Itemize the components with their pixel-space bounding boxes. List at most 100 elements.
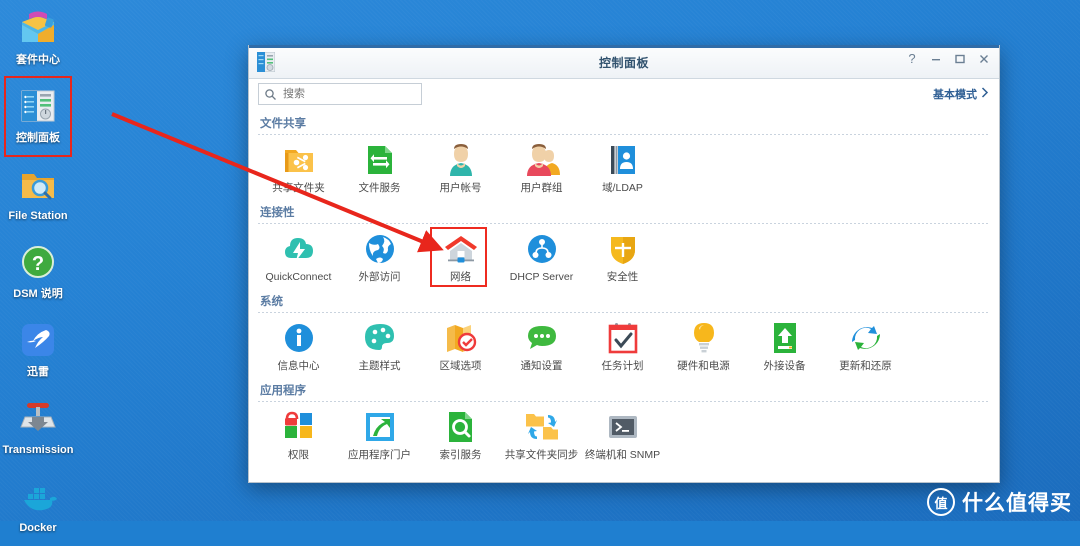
control-panel-icon <box>16 84 60 128</box>
security-shield-icon <box>605 231 641 267</box>
section-items: 共享文件夹 文件服务 用户帐号 用户群组 域/LDAP <box>258 138 990 200</box>
cp-item-label: 外接设备 <box>763 360 806 372</box>
cp-item-label: DHCP Server <box>509 271 574 283</box>
desktop-icon-list: 套件中心 控制面板 File Station ? DSM 说明 迅雷 Trans… <box>0 0 76 546</box>
section-title: 应用程序 <box>260 385 306 397</box>
desktop-icon-label: File Station <box>8 210 68 222</box>
cp-item-label: 权限 <box>288 449 309 461</box>
section-divider <box>258 134 990 135</box>
terminal-snmp-icon <box>605 409 641 445</box>
cp-item-privileges[interactable]: 权限 <box>258 409 339 465</box>
cp-item-external-devices[interactable]: 外接设备 <box>744 320 825 376</box>
cp-item-label: 用户帐号 <box>439 182 482 194</box>
cp-item-security[interactable]: 安全性 <box>582 231 663 287</box>
cp-item-label: 任务计划 <box>601 360 644 372</box>
section-connectivity: 连接性 QuickConnect 外部访问 网络 DHCP Server 安全性 <box>258 202 990 289</box>
desktop-icon-docker[interactable]: Docker <box>0 470 76 546</box>
window-controls: ? <box>905 52 991 66</box>
search-icon <box>264 88 277 101</box>
theme-palette-icon <box>362 320 398 356</box>
external-devices-icon <box>767 320 803 356</box>
cp-item-label: QuickConnect <box>265 271 332 283</box>
desktop-icon-label: 迅雷 <box>27 366 49 378</box>
desktop-icon-file-station[interactable]: File Station <box>0 158 76 234</box>
desktop-icon-label: Transmission <box>2 444 74 456</box>
network-icon <box>443 231 479 267</box>
mode-switch-label: 基本模式 <box>933 89 977 101</box>
cp-item-dhcp-server[interactable]: DHCP Server <box>501 231 582 287</box>
privileges-icon <box>281 409 317 445</box>
update-restore-icon <box>848 320 884 356</box>
cp-item-domain-ldap[interactable]: 域/LDAP <box>582 142 663 198</box>
cp-item-update-restore[interactable]: 更新和还原 <box>825 320 906 376</box>
cp-item-theme[interactable]: 主题样式 <box>339 320 420 376</box>
window-titlebar[interactable]: 控制面板 ? <box>249 45 999 79</box>
cp-item-external-access[interactable]: 外部访问 <box>339 231 420 287</box>
cp-item-quickconnect[interactable]: QuickConnect <box>258 231 339 287</box>
mode-switch-button[interactable]: 基本模式 <box>933 86 989 102</box>
cp-item-user-group[interactable]: 用户群组 <box>501 142 582 198</box>
desktop-background: 套件中心 控制面板 File Station ? DSM 说明 迅雷 Trans… <box>0 0 1080 534</box>
cp-item-application-portal[interactable]: 应用程序门户 <box>339 409 420 465</box>
cp-item-network[interactable]: 网络 <box>420 227 501 287</box>
info-center-icon <box>281 320 317 356</box>
section-divider <box>258 312 990 313</box>
cp-item-indexing-service[interactable]: 索引服务 <box>420 409 501 465</box>
maximize-icon[interactable] <box>953 52 967 66</box>
window-toolbar: 基本模式 <box>249 79 999 113</box>
shared-folder-sync-icon <box>524 409 560 445</box>
package-center-icon <box>16 6 60 50</box>
regional-options-icon <box>443 320 479 356</box>
cp-item-label: 安全性 <box>606 271 639 283</box>
section-items: QuickConnect 外部访问 网络 DHCP Server 安全性 <box>258 227 990 289</box>
search-input[interactable] <box>281 87 410 101</box>
application-portal-icon <box>362 409 398 445</box>
task-scheduler-icon <box>605 320 641 356</box>
section-divider <box>258 223 990 224</box>
section-title: 连接性 <box>260 207 295 219</box>
section-file-sharing: 文件共享 共享文件夹 文件服务 用户帐号 用户群组 域/LDAP <box>258 113 990 200</box>
cp-item-label: 通知设置 <box>520 360 563 372</box>
cp-item-terminal-snmp[interactable]: 终端机和 SNMP <box>582 409 663 465</box>
help-button[interactable]: ? <box>905 52 919 66</box>
desktop-icon-dsm-help[interactable]: ? DSM 说明 <box>0 236 76 312</box>
cp-item-user-account[interactable]: 用户帐号 <box>420 142 501 198</box>
cp-item-label: 应用程序门户 <box>348 449 411 461</box>
cp-item-regional-options[interactable]: 区域选项 <box>420 320 501 376</box>
cp-item-label: 用户群组 <box>520 182 563 194</box>
xunlei-icon <box>16 318 60 362</box>
desktop-icon-label: DSM 说明 <box>13 288 63 300</box>
desktop-icon-control-panel[interactable]: 控制面板 <box>0 76 76 157</box>
hardware-power-icon <box>686 320 722 356</box>
desktop-icon-transmission[interactable]: Transmission <box>0 392 76 468</box>
cp-item-label: 索引服务 <box>439 449 482 461</box>
cp-item-task-scheduler[interactable]: 任务计划 <box>582 320 663 376</box>
notification-icon <box>524 320 560 356</box>
quickconnect-icon <box>281 231 317 267</box>
desktop-icon-label: 套件中心 <box>16 54 60 66</box>
cp-item-label: 共享文件夹 <box>272 182 325 194</box>
cp-item-shared-folder-sync[interactable]: 共享文件夹同步 <box>501 409 582 465</box>
section-divider <box>258 401 990 402</box>
cp-item-notification[interactable]: 通知设置 <box>501 320 582 376</box>
domain-ldap-icon <box>605 142 641 178</box>
file-services-icon <box>362 142 398 178</box>
external-access-icon <box>362 231 398 267</box>
close-icon[interactable] <box>977 52 991 66</box>
minimize-icon[interactable] <box>929 52 943 66</box>
cp-item-info-center[interactable]: 信息中心 <box>258 320 339 376</box>
search-box[interactable] <box>258 83 422 105</box>
cp-item-shared-folder[interactable]: 共享文件夹 <box>258 142 339 198</box>
cp-item-hardware-power[interactable]: 硬件和电源 <box>663 320 744 376</box>
desktop-icon-xunlei[interactable]: 迅雷 <box>0 314 76 390</box>
watermark-text: 什么值得买 <box>962 492 1072 515</box>
control-panel-content: 文件共享 共享文件夹 文件服务 用户帐号 用户群组 域/LDAP 连接性 Qui… <box>249 113 999 467</box>
cp-item-file-services[interactable]: 文件服务 <box>339 142 420 198</box>
cp-item-label: 外部访问 <box>358 271 401 283</box>
desktop-icon-package-center[interactable]: 套件中心 <box>0 2 76 78</box>
cp-item-label: 主题样式 <box>358 360 401 372</box>
user-account-icon <box>443 142 479 178</box>
watermark-badge: 值 <box>927 488 955 516</box>
dhcp-server-icon <box>524 231 560 267</box>
section-title: 文件共享 <box>260 118 306 130</box>
